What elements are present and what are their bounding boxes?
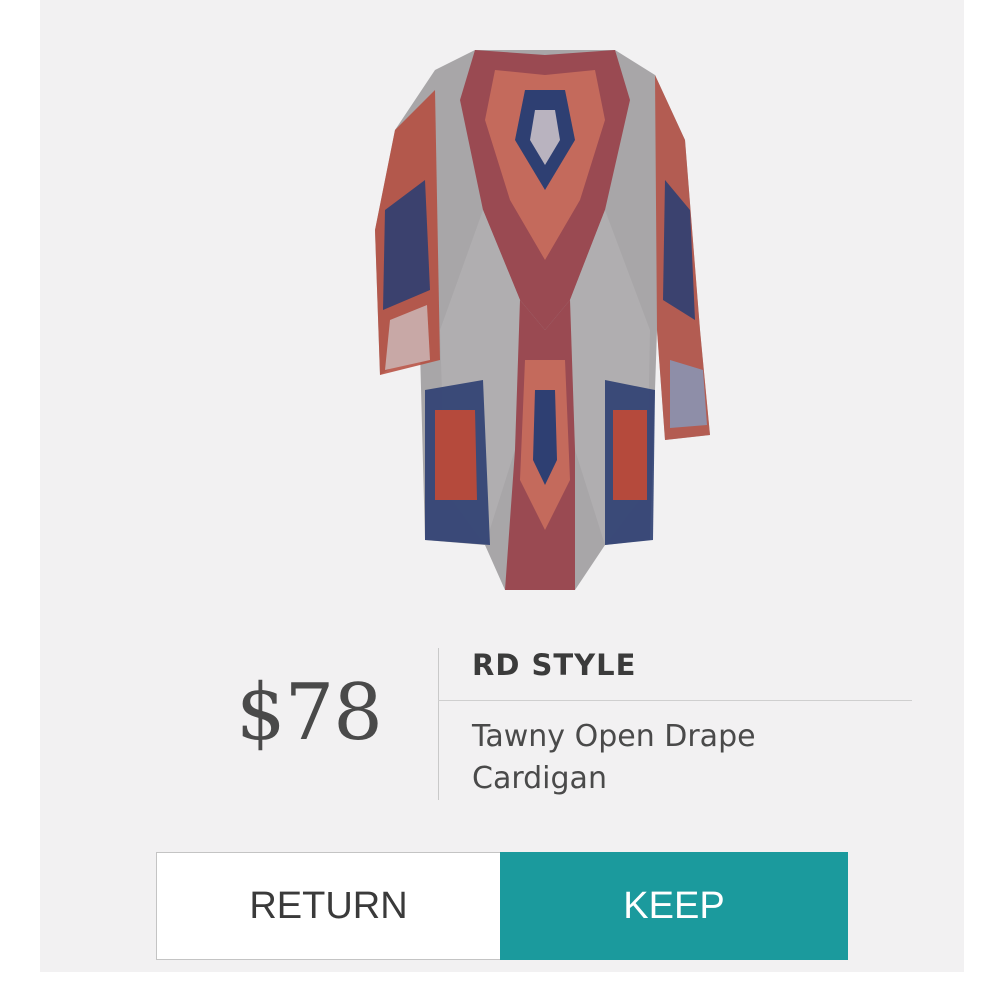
horizontal-divider (438, 700, 912, 701)
product-name: Tawny Open Drape Cardigan (472, 716, 902, 800)
return-button[interactable]: RETURN (156, 852, 500, 960)
product-card: $78 RD STYLE Tawny Open Drape Cardigan (40, 0, 964, 972)
brand-name: RD STYLE (472, 648, 637, 682)
product-name-line-2: Cardigan (472, 761, 607, 796)
keep-button[interactable]: KEEP (500, 852, 848, 960)
product-name-line-1: Tawny Open Drape (472, 719, 756, 754)
product-image (375, 50, 710, 590)
price: $78 (236, 668, 383, 758)
vertical-divider (438, 648, 439, 800)
